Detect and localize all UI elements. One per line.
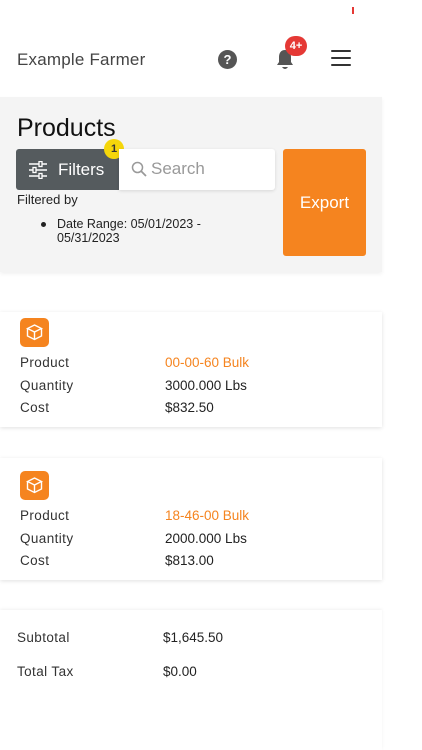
help-icon[interactable]: ? <box>218 50 237 69</box>
product-label: Product <box>20 508 70 523</box>
active-filter-item: Date Range: 05/01/2023 - 05/31/2023 <box>57 217 201 245</box>
product-box-badge <box>20 471 49 500</box>
cost-value: $832.50 <box>165 400 214 415</box>
total-tax-value: $0.00 <box>163 664 197 679</box>
page-title: Products <box>17 114 116 142</box>
subtotal-value: $1,645.50 <box>163 630 224 645</box>
magnifier-icon <box>131 161 147 177</box>
product-card[interactable]: Product 18-46-00 Bulk Quantity 2000.000 … <box>0 458 382 580</box>
quantity-label: Quantity <box>20 378 74 393</box>
filters-button[interactable]: Filters <box>16 149 119 190</box>
box-icon <box>26 324 43 341</box>
quantity-value: 2000.000 Lbs <box>165 531 247 546</box>
cost-label: Cost <box>20 400 50 415</box>
cost-value: $813.00 <box>165 553 214 568</box>
filtered-by-label: Filtered by <box>17 192 78 207</box>
search-box[interactable] <box>119 149 275 190</box>
order-summary: Subtotal $1,645.50 Total Tax $0.00 <box>0 610 382 750</box>
export-button[interactable]: Export <box>283 149 366 256</box>
status-indicator <box>352 7 354 14</box>
box-icon <box>26 477 43 494</box>
cost-label: Cost <box>20 553 50 568</box>
product-card[interactable]: Product 00-00-60 Bulk Quantity 3000.000 … <box>0 312 382 427</box>
active-filter-list: Date Range: 05/01/2023 - 05/31/2023 <box>41 217 231 245</box>
search-input[interactable] <box>151 158 269 180</box>
app-title: Example Farmer <box>17 50 146 69</box>
total-tax-label: Total Tax <box>17 664 74 679</box>
product-value[interactable]: 00-00-60 Bulk <box>165 355 249 370</box>
product-box-badge <box>20 318 49 347</box>
filters-label: Filters <box>58 160 105 179</box>
hamburger-menu-icon[interactable] <box>331 50 351 66</box>
subtotal-label: Subtotal <box>17 630 70 645</box>
notification-badge: 4+ <box>285 36 307 56</box>
top-app-bar <box>0 0 382 97</box>
product-label: Product <box>20 355 70 370</box>
quantity-value: 3000.000 Lbs <box>165 378 247 393</box>
quantity-label: Quantity <box>20 531 74 546</box>
product-value[interactable]: 18-46-00 Bulk <box>165 508 249 523</box>
bullet <box>41 222 46 227</box>
sliders-icon <box>29 161 47 179</box>
